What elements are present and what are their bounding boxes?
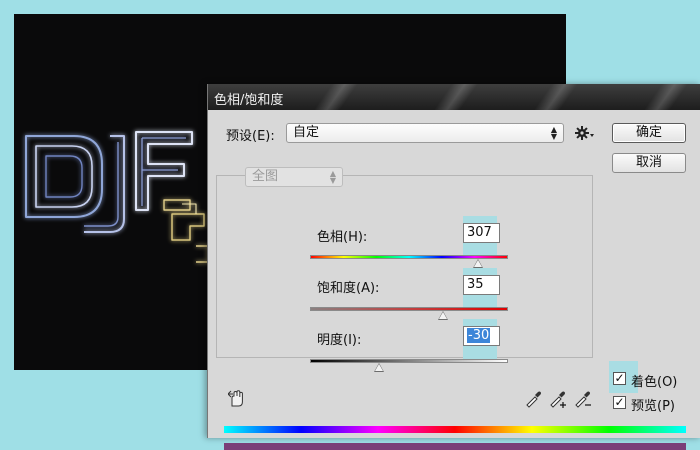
eyedropper-minus-icon[interactable] — [573, 390, 593, 408]
hue-label: 色相(H): — [317, 230, 368, 245]
channel-select[interactable]: 全图 ▲ ▼ — [245, 167, 343, 187]
preset-select[interactable]: 自定 ▲ ▼ — [286, 123, 564, 143]
hand-adjust-icon[interactable] — [228, 390, 246, 408]
adjustment-group — [216, 175, 593, 358]
gear-icon[interactable] — [575, 125, 595, 141]
saturation-input[interactable]: 35 — [463, 275, 500, 295]
saturation-label: 饱和度(A): — [317, 281, 380, 296]
hue-input[interactable]: 307 — [463, 223, 500, 243]
ok-button[interactable]: 确定 — [612, 123, 686, 143]
eyedropper-icon[interactable] — [524, 390, 542, 408]
output-spectrum-bar — [224, 443, 686, 450]
saturation-slider-track[interactable] — [310, 307, 508, 311]
preset-select-value: 自定 — [293, 125, 320, 140]
hue-slider-thumb[interactable] — [473, 259, 484, 268]
select-arrows-icon: ▲ ▼ — [550, 125, 557, 141]
lightness-label: 明度(I): — [317, 333, 362, 348]
preview-checkbox[interactable]: ✓ — [613, 396, 626, 409]
select-arrows-icon: ▲ ▼ — [329, 169, 336, 185]
lightness-value: -30 — [467, 328, 491, 343]
saturation-slider-thumb[interactable] — [437, 311, 448, 320]
dialog-body: 预设(E): 自定 ▲ ▼ 确定 取消 全图 ▲ ▼ 色相(H): 307 饱和… — [208, 110, 700, 450]
lightness-slider-thumb[interactable] — [374, 363, 385, 372]
cancel-button[interactable]: 取消 — [612, 153, 686, 173]
channel-select-value: 全图 — [252, 169, 279, 184]
eyedropper-plus-icon[interactable] — [548, 390, 568, 408]
preset-label: 预设(E): — [226, 129, 275, 144]
preview-label: 预览(P) — [631, 399, 675, 414]
hue-saturation-dialog: 色相/饱和度 预设(E): 自定 ▲ ▼ 确定 取消 全图 ▲ ▼ 色相(H):… — [207, 84, 700, 450]
input-spectrum-bar — [224, 426, 686, 433]
lightness-input[interactable]: -30 — [463, 326, 500, 346]
lightness-slider-track[interactable] — [310, 359, 508, 363]
colorize-label: 着色(O) — [631, 375, 678, 390]
saturation-value: 35 — [467, 277, 484, 292]
colorize-checkbox[interactable]: ✓ — [613, 372, 626, 385]
dialog-titlebar[interactable]: 色相/饱和度 — [208, 84, 700, 110]
hue-value: 307 — [467, 225, 492, 240]
dialog-title: 色相/饱和度 — [214, 93, 284, 108]
